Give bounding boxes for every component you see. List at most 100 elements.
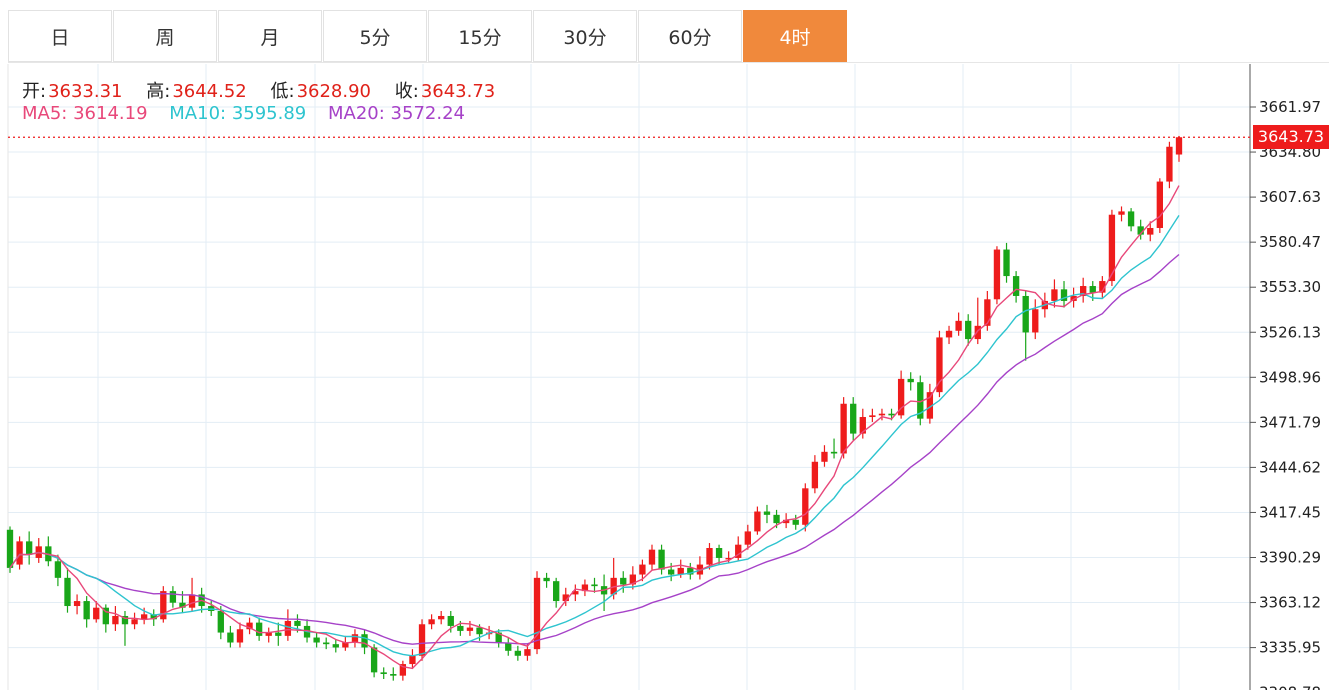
candle-body (409, 655, 416, 665)
y-tick-label: 3580.47 (1259, 233, 1321, 251)
candle-body (840, 403, 847, 454)
candle-body (955, 320, 962, 331)
candle-body (83, 601, 90, 620)
candle-body (524, 649, 531, 656)
candle-body (965, 320, 972, 340)
candle-body (1089, 286, 1096, 293)
candle-body (984, 299, 991, 326)
candle-body (792, 519, 799, 525)
close-label: 收: (394, 81, 419, 102)
candle-body (1127, 211, 1135, 227)
candle-body (591, 584, 598, 587)
candle-body (54, 561, 62, 578)
y-tick-label: 3390.29 (1259, 549, 1321, 567)
candle-body (639, 564, 646, 575)
y-tick-label: 3498.96 (1259, 368, 1321, 386)
candle-body (514, 650, 522, 656)
candle-body (112, 615, 119, 625)
ma20-value: 3572.24 (390, 103, 465, 124)
candle-body (658, 549, 665, 570)
candle-body (648, 549, 656, 565)
candle-body (993, 249, 1001, 300)
candle-body (323, 642, 330, 645)
candle-body (667, 569, 675, 575)
candle-body (1156, 181, 1163, 228)
candle-body (850, 403, 857, 434)
candle-body (418, 624, 426, 656)
candle-body (553, 581, 560, 602)
y-tick-label: 3417.45 (1259, 503, 1321, 521)
ma10-value: 3595.89 (231, 103, 307, 124)
ma20-label: MA20: (328, 103, 385, 124)
candle-body (543, 577, 550, 582)
candle-body (476, 627, 483, 635)
candle-body (1118, 211, 1125, 215)
candle-body (131, 619, 138, 625)
candle-body (1003, 249, 1010, 277)
candle-body (821, 451, 828, 462)
candle-body (140, 614, 148, 620)
y-tick-label: 3363.12 (1259, 594, 1321, 612)
candle-body (428, 619, 435, 625)
candle-body (351, 634, 359, 643)
candle-body (188, 594, 196, 608)
candle-body (1166, 146, 1173, 182)
candle-body (706, 547, 713, 565)
y-tick-label: 3335.95 (1259, 639, 1321, 657)
candle-body (457, 625, 464, 631)
candle-body (754, 511, 761, 532)
y-tick-label: 3553.30 (1259, 278, 1321, 296)
candle-body (466, 627, 474, 631)
candle-body (438, 615, 445, 620)
candle-body (447, 615, 454, 626)
open-value: 3633.31 (48, 81, 123, 102)
ma5-label: MA5: (22, 103, 68, 124)
candle-body (26, 541, 33, 555)
candle-body (370, 647, 378, 673)
open-label: 开: (22, 81, 47, 102)
candle-body (227, 632, 234, 643)
y-tick-label: 3661.97 (1259, 98, 1321, 116)
candle-body (945, 330, 953, 338)
candle-body (64, 577, 71, 607)
candle-body (6, 529, 14, 568)
candle-body (1022, 295, 1029, 333)
candle-body (1012, 276, 1020, 296)
candle-body (907, 378, 914, 383)
y-tick-label: 3308.78 (1259, 684, 1321, 690)
candle-body (763, 511, 771, 515)
ma5-value: 3614.19 (73, 103, 148, 124)
candle-body (255, 622, 263, 636)
ma-readout: MA5: 3614.19 MA10: 3595.89 MA20: 3572.24 (22, 103, 465, 124)
candle-body (869, 415, 876, 418)
ma10-label: MA10: (169, 103, 227, 124)
candle-body (802, 488, 809, 525)
candle-body (620, 577, 627, 585)
candle-body (773, 514, 780, 524)
close-value: 3643.73 (420, 81, 496, 102)
high-label: 高: (146, 81, 171, 102)
candle-body (73, 601, 81, 607)
candle-body (284, 620, 292, 636)
high-value: 3644.52 (172, 81, 247, 102)
candle-body (830, 451, 838, 454)
candle-body (332, 644, 339, 648)
y-tick-label: 3526.13 (1259, 323, 1321, 341)
candle-body (1147, 227, 1154, 235)
low-value: 3628.90 (296, 81, 372, 102)
candle-body (217, 611, 224, 633)
candle-body (361, 634, 368, 648)
candle-body (390, 674, 397, 676)
candle-body (936, 337, 943, 393)
y-tick-label: 3444.62 (1259, 458, 1321, 476)
candle-body (744, 531, 751, 545)
candle-body (294, 620, 301, 626)
candle-body (380, 672, 387, 675)
low-label: 低: (270, 81, 295, 102)
candle-body (1051, 289, 1058, 301)
candle-body (888, 413, 895, 416)
ohlc-readout: 开: 3633.31 高: 3644.52 低: 3628.90 收: 3643.73 (22, 77, 513, 103)
candle-body (715, 547, 723, 558)
last-price-tag: 3643.73 (1253, 125, 1329, 150)
y-tick-label: 3607.63 (1259, 188, 1321, 206)
